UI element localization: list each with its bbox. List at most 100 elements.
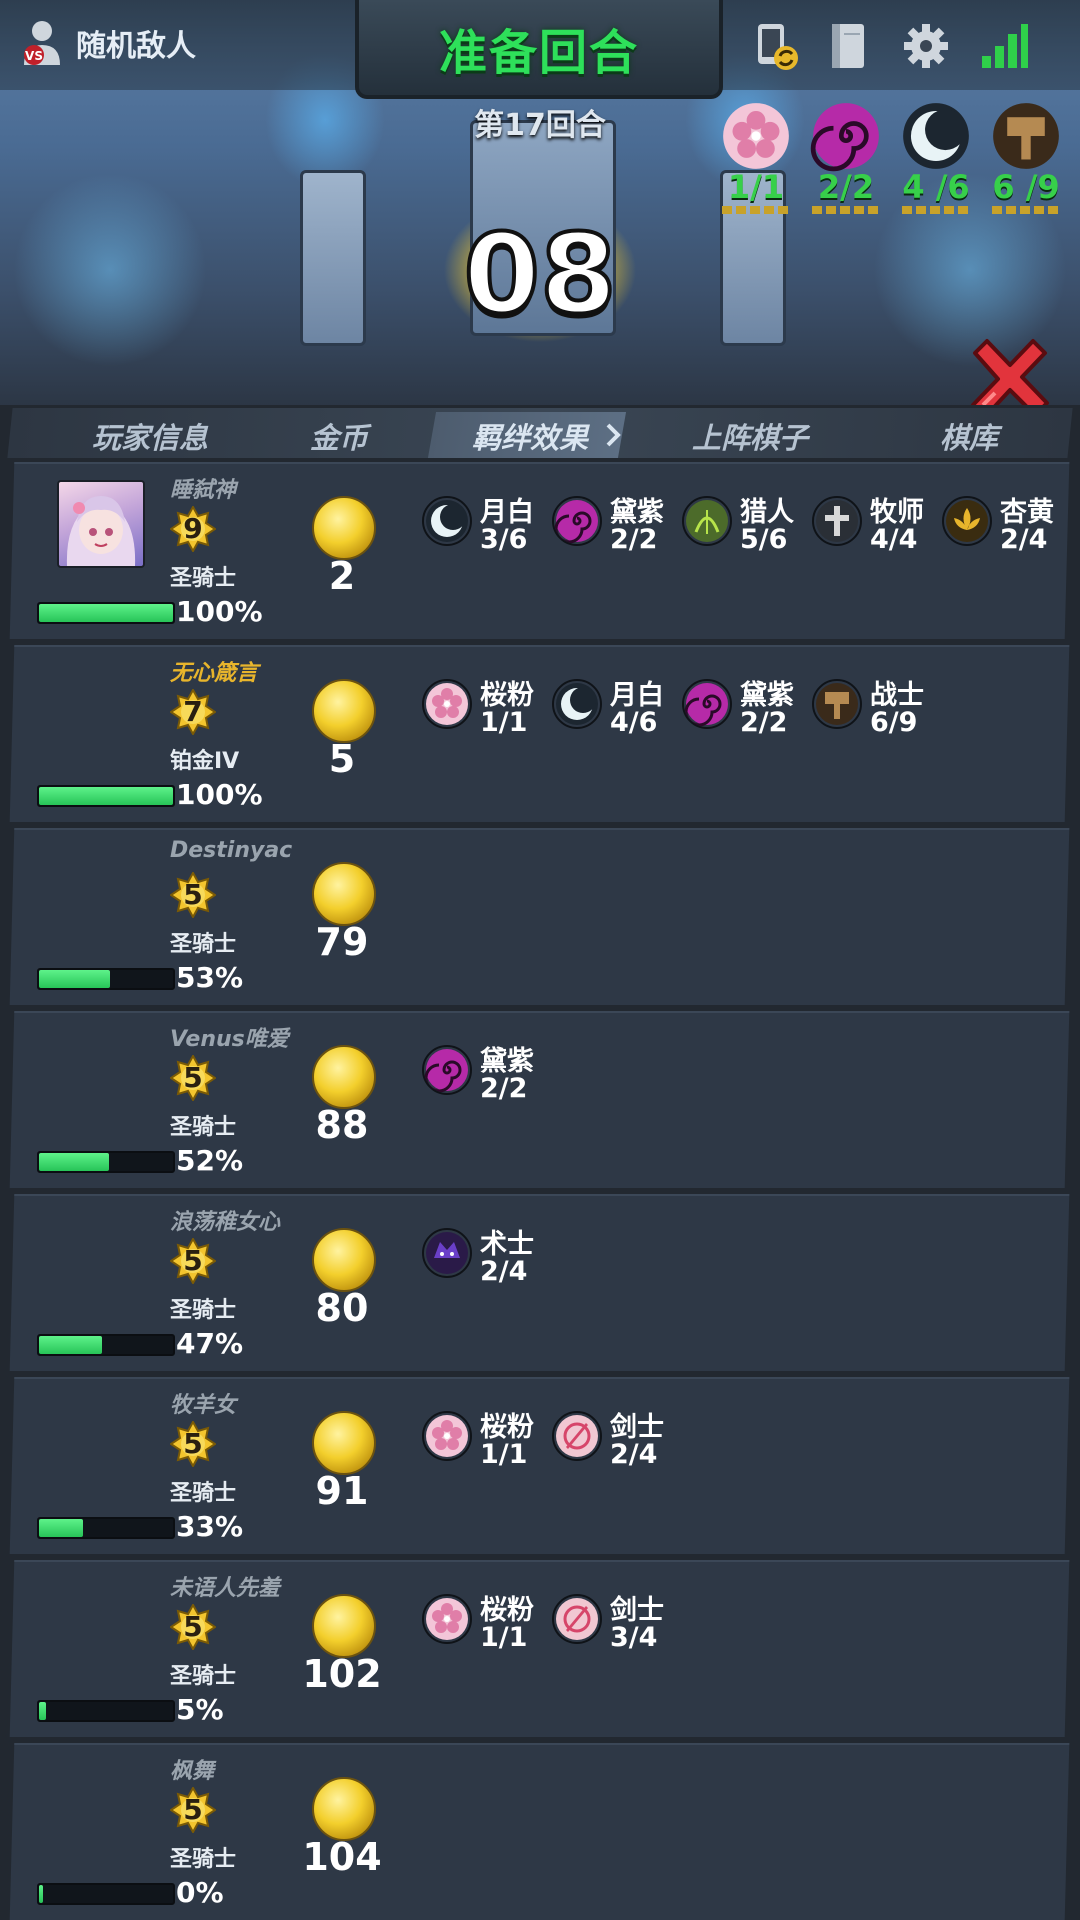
player-rank: 圣骑士 xyxy=(170,1298,237,1323)
swirl-icon xyxy=(682,679,732,729)
synergy-item[interactable]: 剑士 2/4 xyxy=(552,1405,677,1475)
health-percent: 33% xyxy=(176,1510,244,1543)
player-name: 牧羊女 xyxy=(170,1393,237,1418)
player-level: 9 xyxy=(183,512,203,545)
synergy-count: 2/2 xyxy=(480,1073,528,1104)
synergy-count: 5/6 xyxy=(740,524,788,555)
gold-coin-icon xyxy=(312,1594,376,1658)
player-name: Destinyac xyxy=(170,838,293,863)
synergy-count: 1/1 xyxy=(480,1622,528,1653)
moon-icon xyxy=(422,496,472,546)
cross-icon xyxy=(812,496,862,546)
health-percent: 100% xyxy=(176,778,263,811)
gold-amount: 104 xyxy=(302,1835,382,1879)
gold-amount: 2 xyxy=(328,554,356,598)
gold-amount: 5 xyxy=(328,737,356,781)
hammer-icon[interactable] xyxy=(990,100,1062,172)
health-bar-fill xyxy=(39,1153,109,1171)
tab-gold[interactable]: 金币 xyxy=(310,415,368,457)
random-enemy-button[interactable]: VS 随机敌人 xyxy=(20,18,196,68)
countdown-timer: 08 xyxy=(461,208,618,340)
health-bar xyxy=(37,602,175,624)
synergy-count: 6/9 xyxy=(870,707,918,738)
gold-coin-icon xyxy=(312,496,376,560)
synergy-item[interactable]: 月白 4/6 xyxy=(552,673,677,743)
player-rank: 圣骑士 xyxy=(170,1115,237,1140)
player-name: 未语人先羞 xyxy=(170,1576,281,1601)
warlock-icon xyxy=(422,1228,472,1278)
tab-synergy[interactable]: 羁绊效果 xyxy=(472,415,588,457)
player-rank: 圣骑士 xyxy=(170,566,237,591)
synergy-progress-bar xyxy=(992,206,1062,214)
synergy-count: 6 /9 xyxy=(992,168,1060,206)
gear-icon[interactable] xyxy=(902,22,950,70)
synergy-item[interactable]: 月白 3/6 xyxy=(422,490,547,560)
synergy-count: 1/1 xyxy=(727,168,785,206)
avatar[interactable] xyxy=(57,480,145,568)
synergy-count: 1/1 xyxy=(480,1439,528,1470)
player-name: 浪荡稚女心 xyxy=(170,1210,281,1235)
synergy-item[interactable]: 黛紫 2/2 xyxy=(422,1039,547,1109)
sakura-icon[interactable] xyxy=(720,100,792,172)
moon-icon xyxy=(552,679,602,729)
player-rank: 圣骑士 xyxy=(170,932,237,957)
swirl-icon[interactable] xyxy=(810,100,882,172)
health-percent: 5% xyxy=(176,1693,224,1726)
gold-amount: 91 xyxy=(315,1469,369,1513)
health-percent: 53% xyxy=(176,961,244,994)
synergy-count: 2/2 xyxy=(610,524,658,555)
synergy-count: 2/2 xyxy=(740,707,788,738)
synergy-count: 2/4 xyxy=(480,1256,528,1287)
gold-amount: 79 xyxy=(315,920,369,964)
player-level: 5 xyxy=(183,1244,203,1277)
synergy-item[interactable]: 术士 2/4 xyxy=(422,1222,547,1292)
synergy-item[interactable]: 黛紫 2/2 xyxy=(682,673,807,743)
synergy-item[interactable]: 黛紫 2/2 xyxy=(552,490,677,560)
moon-icon[interactable] xyxy=(900,100,972,172)
player-rank: 圣骑士 xyxy=(170,1664,237,1689)
health-bar xyxy=(37,1517,175,1539)
synergy-count: 1/1 xyxy=(480,707,528,738)
gold-coin-icon xyxy=(312,679,376,743)
signal-icon xyxy=(982,24,1028,68)
sakura-icon xyxy=(422,679,472,729)
synergy-progress-bar xyxy=(902,206,972,214)
switch-view-icon[interactable] xyxy=(752,22,800,72)
synergy-progress-bar xyxy=(722,206,792,214)
page-title: 准备回合 xyxy=(438,24,639,81)
synergy-item[interactable]: 猎人 5/6 xyxy=(682,490,807,560)
player-rank: 圣骑士 xyxy=(170,1847,237,1872)
health-bar-fill xyxy=(39,1336,102,1354)
sakura-icon xyxy=(422,1411,472,1461)
tab-player-info[interactable]: 玩家信息 xyxy=(92,415,208,457)
chevron-right-icon xyxy=(606,423,621,447)
health-bar xyxy=(37,1883,175,1905)
health-bar-fill xyxy=(39,970,111,988)
book-icon[interactable] xyxy=(828,22,868,72)
player-name: 枫舞 xyxy=(170,1759,215,1784)
player-level: 5 xyxy=(183,1061,203,1094)
player-level: 7 xyxy=(183,695,203,728)
health-bar xyxy=(37,1334,175,1356)
tab-deployed-pieces[interactable]: 上阵棋子 xyxy=(692,415,808,457)
synergy-item[interactable]: 战士 6/9 xyxy=(812,673,937,743)
synergy-item[interactable]: 桜粉 1/1 xyxy=(422,673,547,743)
player-level: 5 xyxy=(183,1793,203,1826)
synergy-item[interactable]: 杏黄 2/4 xyxy=(942,490,1067,560)
gold-amount: 88 xyxy=(315,1103,369,1147)
synergy-item[interactable]: 牧师 4/4 xyxy=(812,490,937,560)
synergy-item[interactable]: 桜粉 1/1 xyxy=(422,1588,547,1658)
gold-amount: 80 xyxy=(315,1286,369,1330)
synergy-count: 4/6 xyxy=(610,707,658,738)
player-name: Venus唯爱 xyxy=(170,1027,289,1052)
tab-piece-library[interactable]: 棋库 xyxy=(940,415,998,457)
synergy-progress-bar xyxy=(812,206,882,214)
synergy-item[interactable]: 剑士 3/4 xyxy=(552,1588,677,1658)
health-percent: 100% xyxy=(176,595,263,628)
synergy-count: 2/2 xyxy=(817,168,875,206)
health-bar-fill xyxy=(39,1702,46,1720)
player-level: 5 xyxy=(183,1610,203,1643)
synergy-item[interactable]: 桜粉 1/1 xyxy=(422,1405,547,1475)
health-bar xyxy=(37,785,175,807)
player-rank: 圣骑士 xyxy=(170,1481,237,1506)
